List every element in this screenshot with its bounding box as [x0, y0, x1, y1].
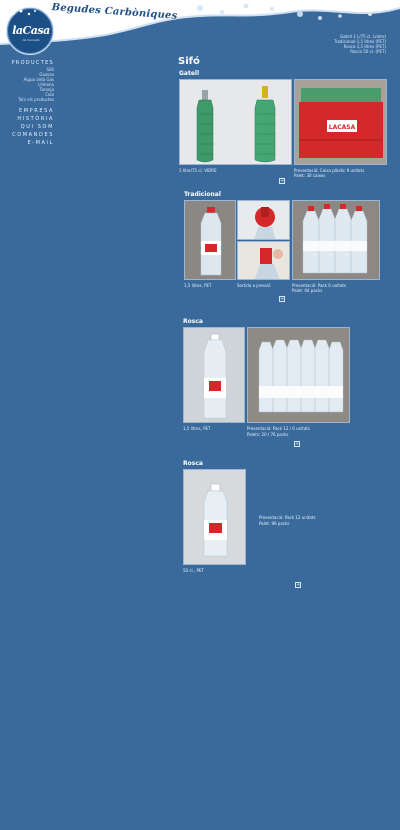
expand-icon[interactable]: + [279, 296, 285, 302]
section-title-gatell: Gatell [179, 70, 200, 77]
twelve-pack-image [248, 328, 349, 422]
nav-empresa[interactable]: EMPRESA [0, 107, 54, 115]
caption-rosca-15-presentation: Presentació: Pack 12 / 6 unitats [247, 426, 310, 431]
product-quick-links: Gatell 1 l./75 cl. (vidre) Tradicional 1… [334, 34, 386, 54]
lacasa-logo[interactable]: laCasa de Cornellà [6, 7, 54, 55]
six-pack-image [293, 201, 379, 279]
nav-email[interactable]: E-MAIL [0, 139, 54, 147]
photo-tradicional-pack [292, 200, 380, 280]
photo-gatell-crate: LACASA [294, 79, 387, 165]
expand-icon[interactable]: + [279, 178, 285, 184]
caption-gatell-volume: 1 litre/75 cl. VIDRE [179, 168, 217, 173]
expand-icon[interactable]: + [295, 582, 301, 588]
svg-text:LACASA: LACASA [329, 124, 356, 131]
nav-productes[interactable]: PRODUCTES [0, 60, 54, 66]
section-title-rosca-15: Rosca [183, 318, 203, 325]
caption-tradicional-volume: 1,5 litres, PET [184, 283, 212, 288]
caption-gatell-pallet: Palet: 30 caixes [294, 173, 326, 178]
caption-rosca-50-pallet: Palet: 96 packs [259, 521, 290, 526]
caption-rosca-50-volume: 50 cl., PET [183, 568, 204, 573]
logo-text: laCasa [12, 24, 50, 37]
photo-tradicional-bottle [184, 200, 236, 280]
bubbles-icon [11, 9, 36, 16]
red-cap-image [238, 201, 289, 239]
caption-tradicional-pressure: Sortida a pressió [237, 283, 271, 288]
page-title: Sifó [178, 56, 200, 67]
siphon-bottles-image [180, 80, 291, 164]
nav-qui-som[interactable]: QUI SOM [0, 123, 54, 131]
rosca-bottle-image [184, 328, 244, 422]
caption-rosca-50-presentation: Presentació: Pack 12 unitats [259, 515, 316, 520]
caption-rosca-15-pallet: Palets: 20 / 76 packs [247, 432, 289, 437]
red-crate-image: LACASA [295, 80, 386, 164]
caption-tradicional-pallet: Palet: 64 packs [292, 288, 323, 293]
expand-icon[interactable]: + [294, 441, 300, 447]
pressure-spout-image [238, 242, 289, 279]
photo-rosca-15-pack [247, 327, 350, 423]
quick-link-rosca-50[interactable]: Rosca 50 cl. (PET) [334, 49, 386, 54]
nav-historia[interactable]: HISTÒRIA [0, 115, 54, 123]
photo-tradicional-cap [237, 200, 290, 240]
photo-rosca-15-bottle [183, 327, 245, 423]
small-bottle-image [184, 470, 245, 564]
photo-tradicional-pressure [237, 241, 290, 280]
sidebar-nav: PRODUCTES Sifó Gasosa Aigua amb Gas Llim… [0, 60, 54, 147]
photo-gatell-bottles [179, 79, 292, 165]
nav-comandes[interactable]: COMANDES [0, 131, 54, 139]
logo-subtext: de Cornellà [22, 38, 40, 42]
nav-item-tots-els-productes[interactable]: Tots els productes [0, 97, 54, 102]
caption-rosca-15-volume: 1,5 litres, PET [183, 426, 211, 431]
pet-bottle-image [185, 201, 235, 279]
section-title-tradicional: Tradicional [184, 191, 221, 198]
section-title-rosca-50: Rosca [183, 460, 203, 467]
photo-rosca-50-bottle [183, 469, 246, 565]
main-content: Sifó [178, 56, 390, 67]
